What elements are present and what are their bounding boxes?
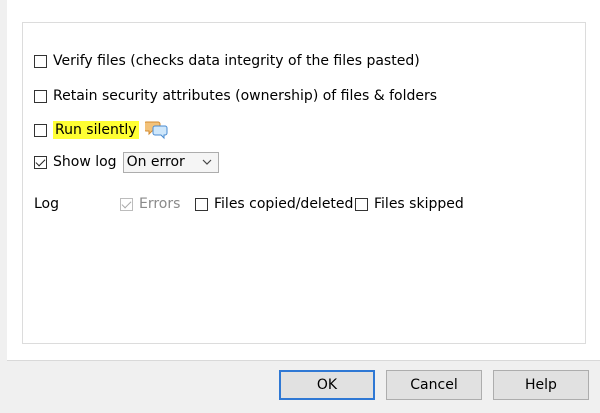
files-copied-label: Files copied/deleted: [214, 196, 354, 212]
verify-files-label: Verify files (checks data integrity of t…: [53, 53, 420, 69]
cancel-button[interactable]: Cancel: [386, 370, 482, 400]
ok-button[interactable]: OK: [279, 370, 375, 400]
show-log-option[interactable]: Show log On error: [34, 151, 219, 173]
help-button[interactable]: Help: [493, 370, 589, 400]
chat-bubbles-icon[interactable]: [144, 120, 169, 140]
retain-security-label: Retain security attributes (ownership) o…: [53, 88, 438, 104]
verify-files-checkbox[interactable]: [34, 54, 47, 68]
log-mode-select[interactable]: On error: [122, 151, 219, 173]
errors-checkbox: [120, 197, 133, 211]
show-log-label: Show log: [53, 154, 117, 170]
show-log-checkbox[interactable]: [34, 155, 47, 169]
run-silently-checkbox[interactable]: [34, 123, 47, 137]
files-skipped-label: Files skipped: [374, 196, 464, 212]
files-copied-checkbox[interactable]: [195, 197, 208, 211]
log-label: Log: [34, 196, 60, 212]
errors-label: Errors: [139, 196, 181, 212]
verify-files-option[interactable]: Verify files (checks data integrity of t…: [34, 51, 420, 71]
files-copied-option[interactable]: Files copied/deleted: [195, 194, 353, 214]
run-silently-option[interactable]: Run silently: [34, 120, 169, 140]
retain-security-checkbox[interactable]: [34, 89, 47, 103]
errors-option: Errors: [120, 194, 180, 214]
files-skipped-checkbox[interactable]: [355, 197, 368, 211]
run-silently-label: Run silently: [53, 121, 139, 139]
chevron-down-icon: [202, 159, 212, 165]
log-mode-value: On error: [126, 154, 185, 170]
files-skipped-option[interactable]: Files skipped: [355, 194, 464, 214]
retain-security-option[interactable]: Retain security attributes (ownership) o…: [34, 86, 437, 106]
